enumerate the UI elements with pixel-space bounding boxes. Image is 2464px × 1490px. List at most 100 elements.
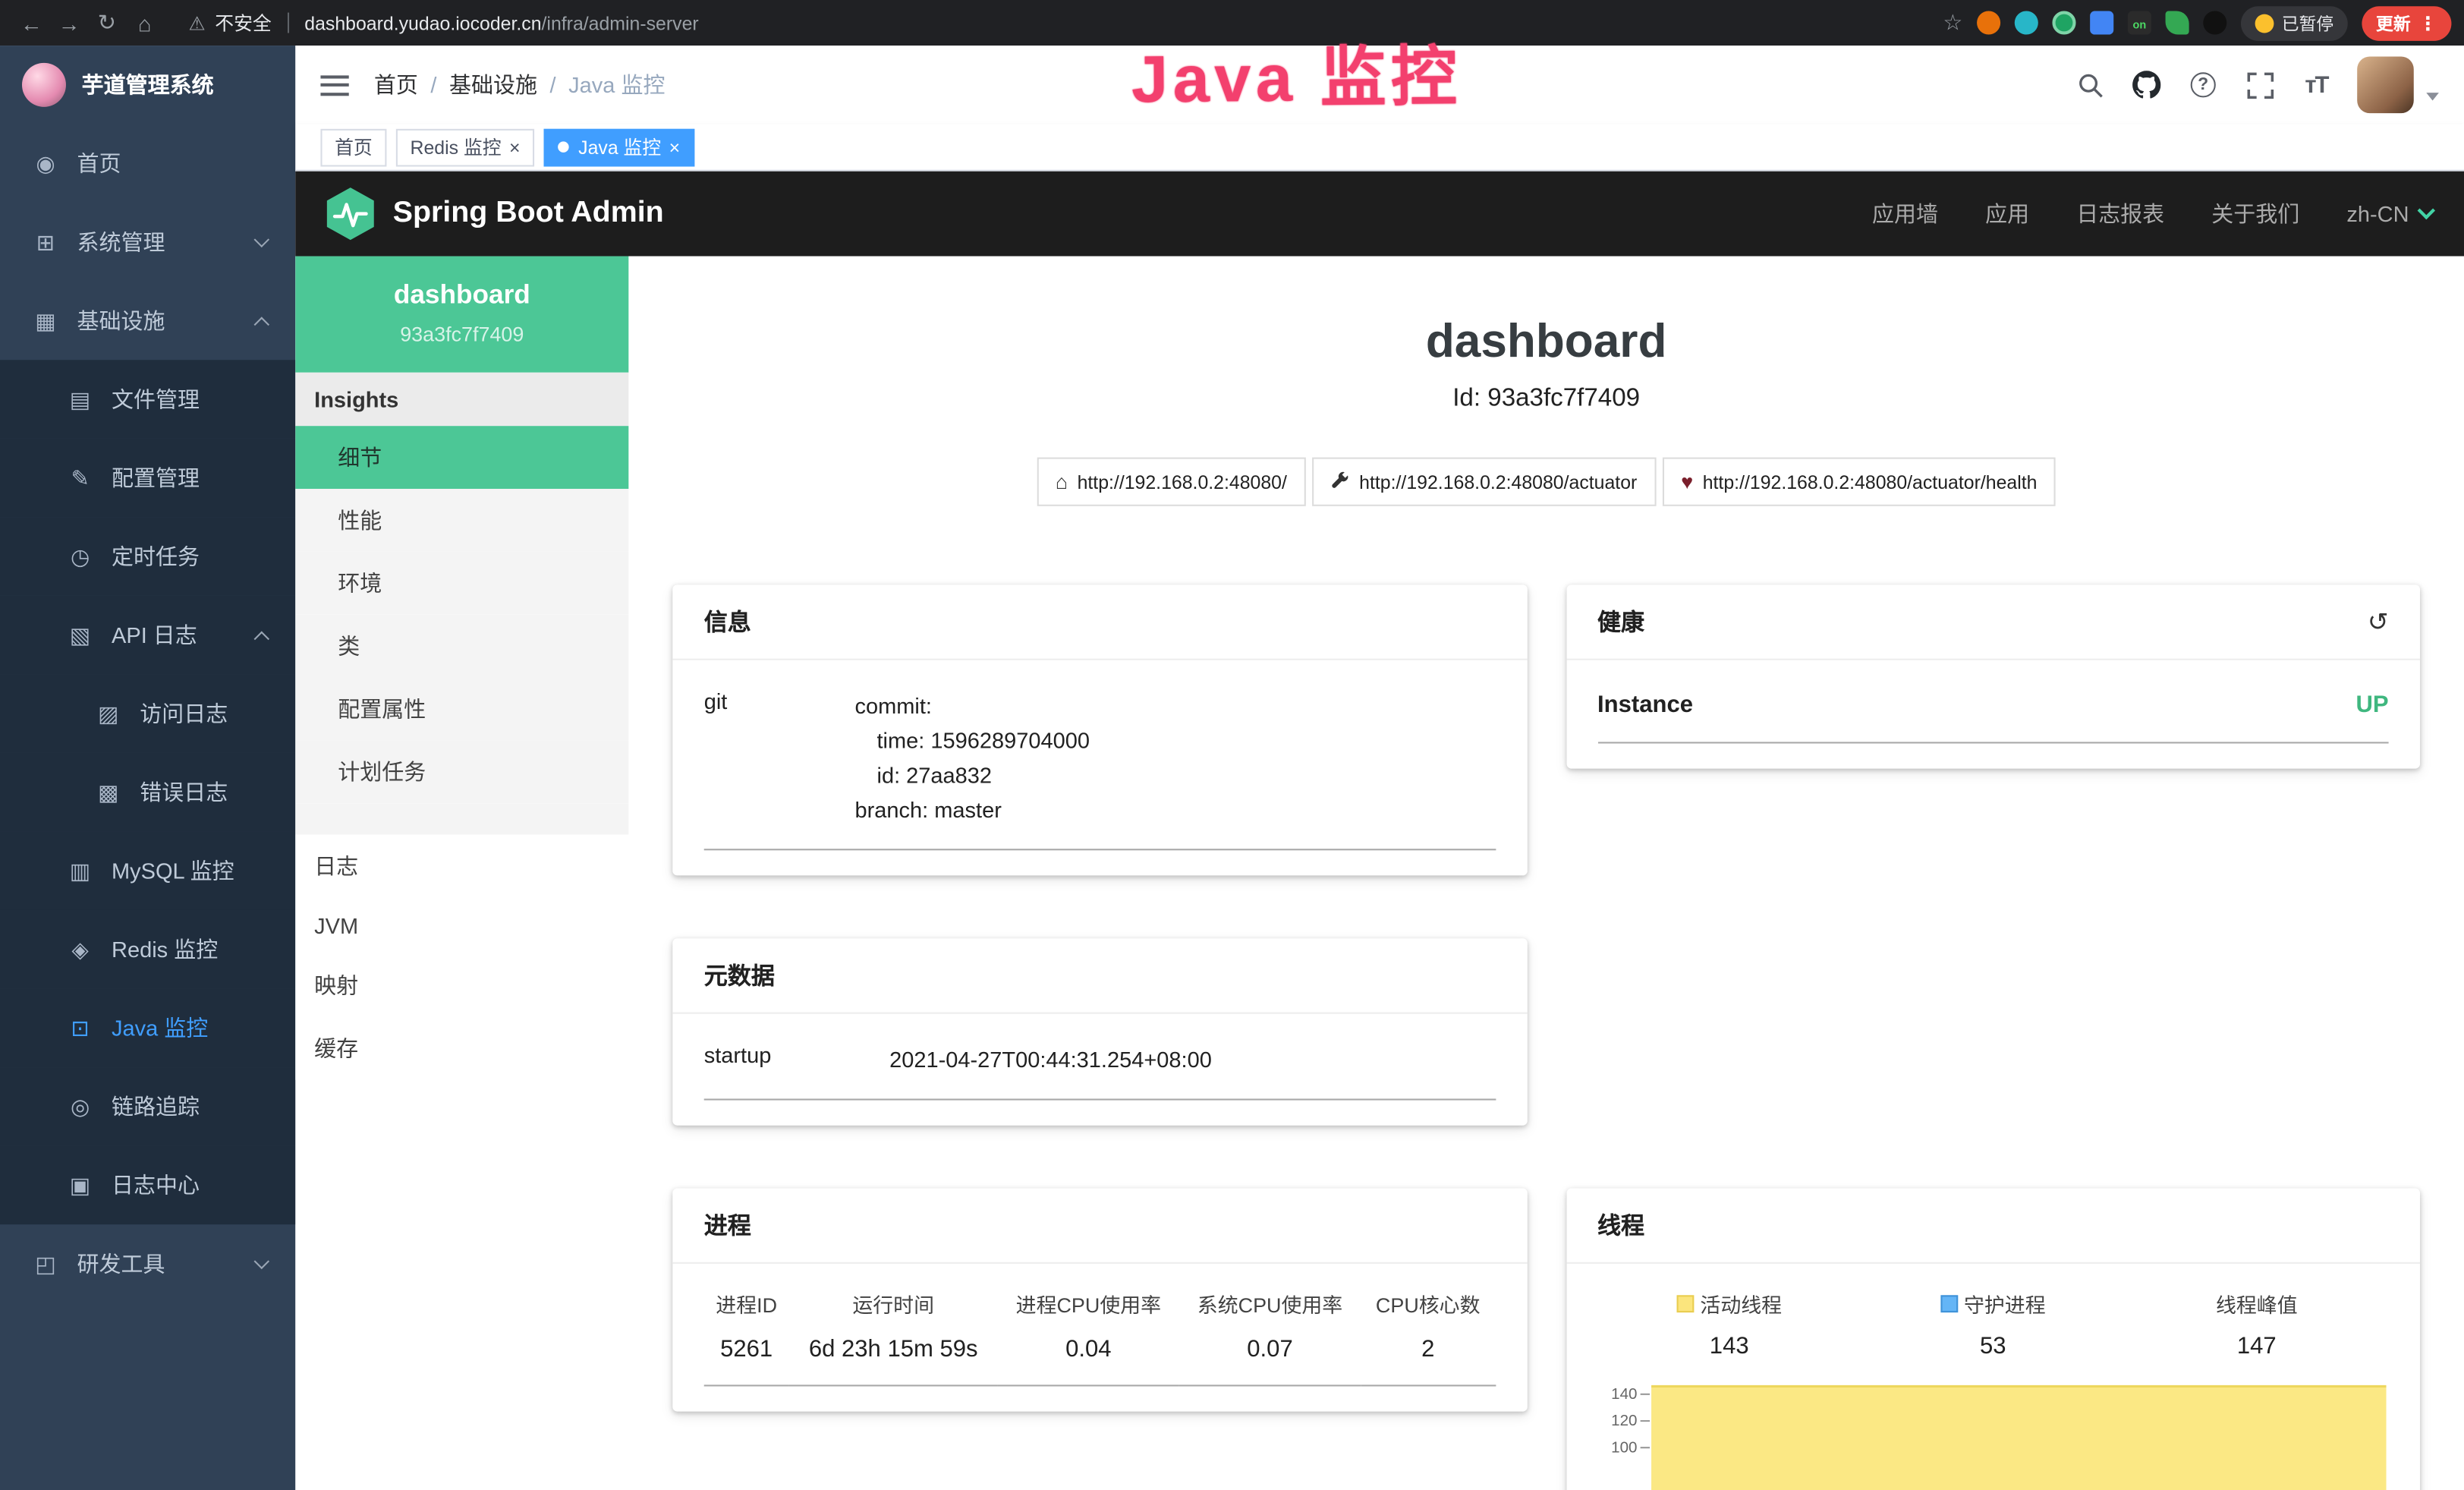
font-size-icon[interactable]: тT <box>2301 69 2332 100</box>
paused-badge[interactable]: 已暂停 <box>2241 5 2348 40</box>
breadcrumb-infra[interactable]: 基础设施 <box>449 69 537 100</box>
app-logo[interactable]: 芋道管理系统 <box>0 46 295 124</box>
sidebar-item-mysql[interactable]: ▥ MySQL 监控 <box>0 831 295 910</box>
sidebar-item-access-log[interactable]: ▨ 访问日志 <box>0 674 295 753</box>
breadcrumb: 首页 / 基础设施 / Java 监控 <box>374 69 666 100</box>
sidebar-item-job[interactable]: ◷ 定时任务 <box>0 517 295 596</box>
tab-redis-monitor[interactable]: Redis 监控× <box>396 128 534 166</box>
update-button[interactable]: 更新⋮ <box>2362 5 2451 40</box>
timer-icon: ◷ <box>63 543 98 569</box>
not-secure-label[interactable]: 不安全 <box>215 9 272 36</box>
threads-card-title: 线程 <box>1597 1208 1644 1241</box>
health-url-button[interactable]: ♥ http://192.168.0.2:48080/actuator/heal… <box>1662 458 2056 506</box>
sba-group-spacer <box>295 803 628 834</box>
fullscreen-icon[interactable] <box>2244 69 2275 100</box>
infra-icon: ▦ <box>28 307 63 334</box>
sba-item-jvm[interactable]: JVM <box>295 897 628 954</box>
sba-brand-title[interactable]: Spring Boot Admin <box>393 197 664 232</box>
tab-home[interactable]: 首页 <box>320 128 386 166</box>
history-icon[interactable]: ↺ <box>2368 606 2389 637</box>
app-title: 芋道管理系统 <box>82 69 214 100</box>
browser-menu-icon[interactable]: ⋮ <box>2418 12 2437 34</box>
forward-icon[interactable]: → <box>50 10 88 35</box>
url-path: /infra/admin-server <box>542 12 699 34</box>
extension-icon-2[interactable] <box>2015 11 2038 34</box>
process-table: 进程ID 运行时间 进程CPU使用率 系统CPU使用率 CPU核心数 5261 … <box>704 1267 1496 1386</box>
sba-item-classes[interactable]: 类 <box>295 615 628 678</box>
paused-label: 已暂停 <box>2282 10 2333 35</box>
sba-nav-links: 应用墙 应用 日志报表 关于我们 zh-CN <box>1872 198 2433 229</box>
health-instance-row[interactable]: Instance UP <box>1597 663 2389 744</box>
extension-icon-6[interactable] <box>2203 11 2226 34</box>
extension-icon-4[interactable] <box>2090 11 2113 34</box>
sba-nav-about[interactable]: 关于我们 <box>2211 198 2299 229</box>
sba-item-scheduled-tasks[interactable]: 计划任务 <box>295 740 628 803</box>
help-icon[interactable]: ? <box>2188 69 2219 100</box>
extension-icon-on[interactable]: on <box>2128 11 2151 34</box>
sidebar-item-api-log[interactable]: ▧ API 日志 <box>0 596 295 675</box>
sba-item-config-props[interactable]: 配置属性 <box>295 678 628 741</box>
sidebar-item-java-monitor[interactable]: ⊡ Java 监控 <box>0 989 295 1068</box>
sidebar-item-error-log[interactable]: ▩ 错误日志 <box>0 753 295 832</box>
user-avatar[interactable] <box>2357 57 2414 114</box>
search-icon[interactable] <box>2074 69 2105 100</box>
sba-item-environment[interactable]: 环境 <box>295 552 628 615</box>
close-icon[interactable]: × <box>509 137 521 156</box>
process-card-title: 进程 <box>704 1208 751 1241</box>
locale-select[interactable]: zh-CN <box>2346 201 2432 226</box>
process-card: 进程 进程ID 运行时间 进程CPU使用率 系统CPU使用率 CPU核心数 <box>672 1189 1526 1412</box>
sba-nav-wallboard[interactable]: 应用墙 <box>1872 198 1938 229</box>
instance-header[interactable]: dashboard 93a3fc7f7409 <box>295 257 628 373</box>
github-icon[interactable] <box>2131 69 2162 100</box>
sidebar-item-trace[interactable]: ◎ 链路追踪 <box>0 1067 295 1146</box>
legend-daemon-threads: 守护进程 <box>1861 1289 2126 1318</box>
sidebar-item-devtool[interactable]: ◰ 研发工具 <box>0 1224 295 1303</box>
sba-item-details[interactable]: 细节 <box>295 426 628 489</box>
hamburger-icon[interactable] <box>320 74 348 95</box>
bookmark-star-icon[interactable]: ☆ <box>1943 9 1962 36</box>
browser-home-icon[interactable]: ⌂ <box>126 10 164 35</box>
reload-icon[interactable]: ↻ <box>88 9 126 36</box>
annotation-text: Java 监控 <box>1131 24 1462 122</box>
sidebar-item-redis[interactable]: ◈ Redis 监控 <box>0 910 295 989</box>
sba-item-metrics[interactable]: 性能 <box>295 489 628 552</box>
topbar-actions: ? тT <box>2074 57 2438 114</box>
chevron-up-icon <box>254 630 269 645</box>
close-icon[interactable]: × <box>669 137 681 156</box>
sba-nav-journal[interactable]: 日志报表 <box>2076 198 2164 229</box>
sba-item-caches[interactable]: 缓存 <box>295 1017 628 1080</box>
admin-sidebar: 芋道管理系统 ◉ 首页 ⊞ 系统管理 ▦ 基础设施 ▤ 文件管理 ✎ <box>0 46 295 1490</box>
sidebar-item-infra[interactable]: ▦ 基础设施 <box>0 282 295 361</box>
sidebar-item-config[interactable]: ✎ 配置管理 <box>0 439 295 518</box>
tab-java-monitor[interactable]: Java 监控× <box>544 128 694 166</box>
devtool-icon: ◰ <box>28 1250 63 1277</box>
extension-icon-1[interactable] <box>1977 11 2000 34</box>
sidebar-item-file[interactable]: ▤ 文件管理 <box>0 360 295 439</box>
chevron-down-icon <box>254 1254 269 1270</box>
smiley-icon <box>2255 14 2274 33</box>
actuator-url-button[interactable]: http://192.168.0.2:48080/actuator <box>1312 458 1656 506</box>
sba-nav-applications[interactable]: 应用 <box>1985 198 2029 229</box>
svg-text:100: 100 <box>1610 1438 1636 1456</box>
sba-logo-icon[interactable] <box>327 187 374 240</box>
breadcrumb-home[interactable]: 首页 <box>374 69 418 100</box>
error-log-icon: ▩ <box>91 779 126 805</box>
heart-icon: ♥ <box>1681 470 1693 493</box>
extension-icon-5[interactable] <box>2166 11 2189 34</box>
info-card-title: 信息 <box>704 605 751 638</box>
yellow-swatch-icon <box>1676 1295 1694 1312</box>
legend-peak-threads: 线程峰值 <box>2125 1289 2389 1318</box>
sidebar-item-system[interactable]: ⊞ 系统管理 <box>0 203 295 282</box>
process-header-row: 进程ID 运行时间 进程CPU使用率 系统CPU使用率 CPU核心数 <box>704 1267 1496 1321</box>
address-bar[interactable]: ⚠ 不安全 dashboard.yudao.iocoder.cn/infra/a… <box>188 9 1927 36</box>
avatar-caret-icon[interactable] <box>2426 92 2439 99</box>
extension-icon-3[interactable] <box>2052 11 2075 34</box>
svg-text:140: 140 <box>1610 1385 1636 1403</box>
sidebar-item-home[interactable]: ◉ 首页 <box>0 124 295 203</box>
sidebar-item-log-center[interactable]: ▣ 日志中心 <box>0 1146 295 1225</box>
health-card: 健康 ↺ Instance UP <box>1566 584 2420 768</box>
sba-item-mappings[interactable]: 映射 <box>295 954 628 1017</box>
sba-item-logs[interactable]: 日志 <box>295 835 628 898</box>
back-icon[interactable]: ← <box>13 10 51 35</box>
service-url-button[interactable]: ⌂ http://192.168.0.2:48080/ <box>1037 458 1306 506</box>
